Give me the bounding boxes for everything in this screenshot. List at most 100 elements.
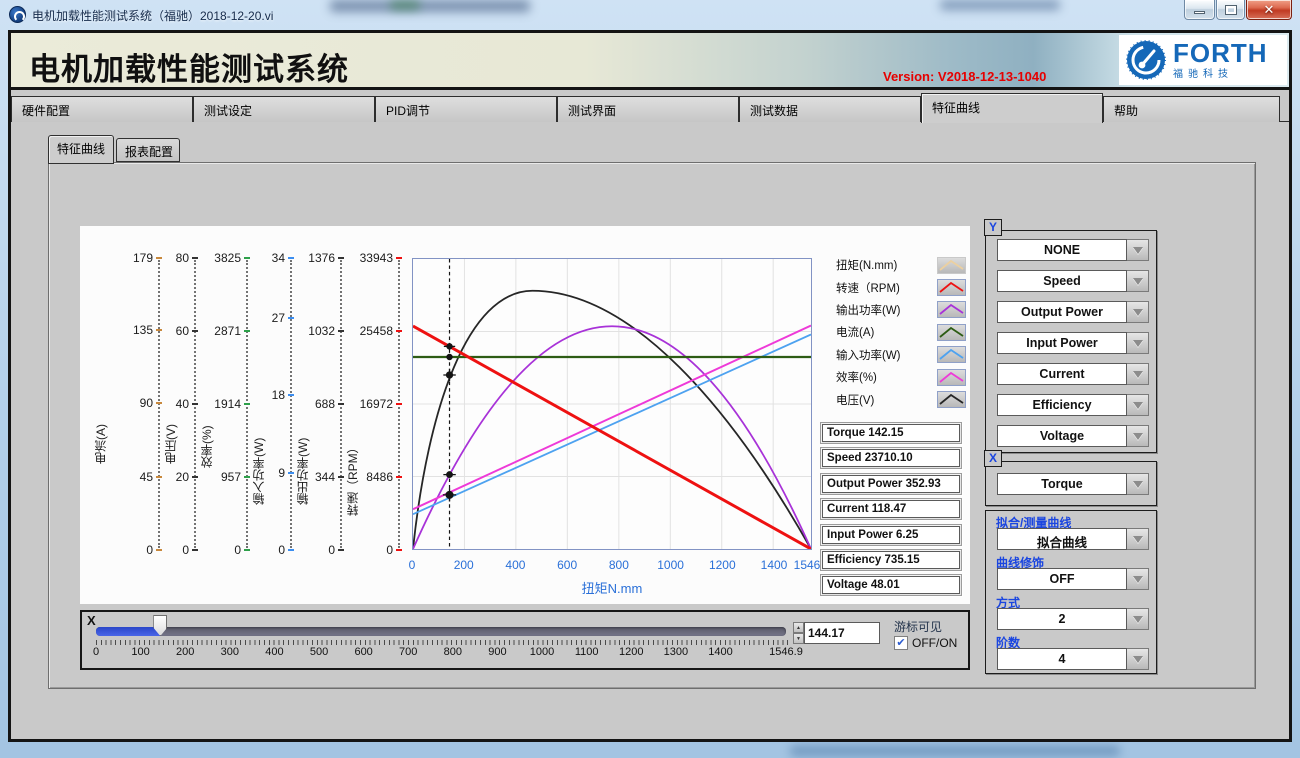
fit-settings-frame: 拟合/测量曲线拟合曲线曲线修饰OFF方式2阶数4 (985, 510, 1157, 674)
y-selector-dropdown-speed[interactable]: Speed (997, 270, 1149, 292)
glass-reflection (330, 0, 530, 12)
dropdown-button[interactable] (1127, 473, 1149, 495)
fit-dropdown-curve-decoration[interactable]: OFF (997, 568, 1149, 590)
glass-reflection (790, 746, 1120, 756)
y-axis-minor-ticks (290, 260, 292, 548)
y-axis-title-efficiency: 效率(%) (198, 425, 215, 468)
dropdown-button[interactable] (1127, 608, 1149, 630)
slider-tick-label: 900 (488, 646, 506, 658)
y-axis-tick-label: 8486 (366, 470, 393, 484)
tab-test-settings[interactable]: 测试设定 (193, 96, 375, 122)
readout-value-output-power: Output Power 352.93 (822, 475, 960, 493)
x-frame-tag: X (984, 450, 1002, 467)
cursor-visible-checkbox[interactable]: ✔ (894, 636, 908, 650)
app-panel: 电机加载性能测试系统 Version: V2018-12-13-1040 FOR… (8, 30, 1292, 742)
y-selector-dropdown-input-power[interactable]: Input Power (997, 332, 1149, 354)
chevron-down-icon (1133, 656, 1143, 663)
y-axis-title-output-power: 输出功率(W) (294, 438, 311, 505)
y-axis-output-power: 输出功率(W)137610326883440 (294, 258, 344, 550)
y-frame-tag: Y (984, 219, 1002, 236)
y-axis-tick-label: 40 (176, 397, 189, 411)
fit-value-order: 4 (997, 648, 1127, 670)
y-axis-tick-label: 135 (133, 323, 153, 337)
tab-characteristic-curves[interactable]: 特征曲线 (921, 93, 1103, 123)
slider-tick-label: 1200 (619, 646, 643, 658)
y-axis-title-speed: 转速（RPM） (344, 441, 361, 516)
chevron-down-icon (1133, 433, 1143, 440)
x-cursor-slider-panel: X 01002003004005006007008009001000110012… (80, 610, 970, 670)
y-axis-tick-label: 0 (386, 543, 393, 557)
forth-logo: FORTH 福驰科技 (1119, 35, 1287, 85)
titlebar[interactable]: 电机加载性能测试系统（福驰）2018-12-20.vi ✕ (0, 0, 1300, 30)
spin-down-button[interactable]: ▼ (793, 633, 804, 644)
maximize-icon (1226, 6, 1236, 14)
y-selector-dropdown-none[interactable]: NONE (997, 239, 1149, 261)
y-selector-value-efficiency: Efficiency (997, 394, 1127, 416)
slider-tick-label: 1546.9 (769, 646, 803, 658)
y-axis-tick-label: 1376 (308, 251, 335, 265)
y-axes-area: 电流(A)17913590450电压(V)806040200效率(%)38252… (92, 258, 402, 550)
y-axis-tick-label: 33943 (360, 251, 393, 265)
y-selector-dropdown-output-power[interactable]: Output Power (997, 301, 1149, 323)
fit-dropdown-method[interactable]: 2 (997, 608, 1149, 630)
legend-swatch-input-power[interactable] (937, 346, 966, 363)
dropdown-button[interactable] (1127, 332, 1149, 354)
y-axis-tick-label: 16972 (360, 397, 393, 411)
dropdown-button[interactable] (1127, 239, 1149, 261)
dropdown-button[interactable] (1127, 363, 1149, 385)
xy-graph[interactable] (412, 258, 812, 550)
legend-swatch-efficiency[interactable] (937, 369, 966, 386)
legend-label-voltage: 电压(V) (836, 392, 937, 408)
chevron-down-icon (1133, 616, 1143, 623)
cursor-value-field[interactable]: 144.17 (804, 622, 880, 644)
x-selector-frame: X Torque (985, 461, 1157, 506)
readout-voltage: Voltage 48.01 (820, 574, 962, 596)
logo-brand-text: FORTH (1173, 41, 1268, 65)
y-axis-tick-label: 1032 (308, 324, 335, 338)
tab-help[interactable]: 帮助 (1103, 96, 1280, 122)
tab-pid-tuning[interactable]: PID调节 (375, 96, 557, 122)
dropdown-button[interactable] (1127, 270, 1149, 292)
tab-test-interface[interactable]: 测试界面 (557, 96, 739, 122)
y-axis-major-tick (396, 549, 402, 551)
legend-swatch-torque[interactable] (937, 257, 966, 274)
x-axis-tick-label: 0 (409, 558, 416, 572)
dropdown-button[interactable] (1127, 301, 1149, 323)
fit-dropdown-order[interactable]: 4 (997, 648, 1149, 670)
slider-tick-label: 1400 (708, 646, 732, 658)
slider-tick-label: 1000 (530, 646, 554, 658)
slider-tick-label: 300 (221, 646, 239, 658)
fit-value-fit-measure-curve: 拟合曲线 (997, 528, 1127, 550)
dropdown-button[interactable] (1127, 528, 1149, 550)
readout-value-torque: Torque 142.15 (822, 424, 960, 442)
close-button[interactable]: ✕ (1246, 0, 1292, 20)
y-selector-dropdown-current[interactable]: Current (997, 363, 1149, 385)
fit-dropdown-fit-measure-curve[interactable]: 拟合曲线 (997, 528, 1149, 550)
legend-swatch-current[interactable] (937, 324, 966, 341)
slider-tick-label: 0 (93, 646, 99, 658)
tab-hardware-config[interactable]: 硬件配置 (11, 96, 193, 122)
y-selector-dropdown-voltage[interactable]: Voltage (997, 425, 1149, 447)
dropdown-button[interactable] (1127, 648, 1149, 670)
x-axis-tick-label: 200 (454, 558, 474, 572)
dropdown-button[interactable] (1127, 425, 1149, 447)
x-axis-selector-dropdown[interactable]: Torque (997, 473, 1149, 495)
subtab-report-config[interactable]: 报表配置 (116, 138, 180, 162)
x-axis-tick-label: 400 (505, 558, 525, 572)
tab-test-data[interactable]: 测试数据 (739, 96, 921, 122)
subtab-characteristic-curves[interactable]: 特征曲线 (48, 135, 114, 164)
legend-swatch-output-power[interactable] (937, 301, 966, 318)
dropdown-button[interactable] (1127, 394, 1149, 416)
y-selector-dropdown-efficiency[interactable]: Efficiency (997, 394, 1149, 416)
maximize-button[interactable] (1216, 0, 1245, 20)
y-selector-value-voltage: Voltage (997, 425, 1127, 447)
slider-track[interactable] (96, 627, 786, 636)
y-axis-tick-label: 80 (176, 251, 189, 265)
spin-up-button[interactable]: ▲ (793, 622, 804, 633)
dropdown-button[interactable] (1127, 568, 1149, 590)
minimize-button[interactable] (1184, 0, 1215, 20)
y-selector-value-speed: Speed (997, 270, 1127, 292)
legend-swatch-speed[interactable] (937, 279, 966, 296)
y-axis-input-power: 输入功率(W)34271890 (250, 258, 294, 550)
legend-swatch-voltage[interactable] (937, 391, 966, 408)
